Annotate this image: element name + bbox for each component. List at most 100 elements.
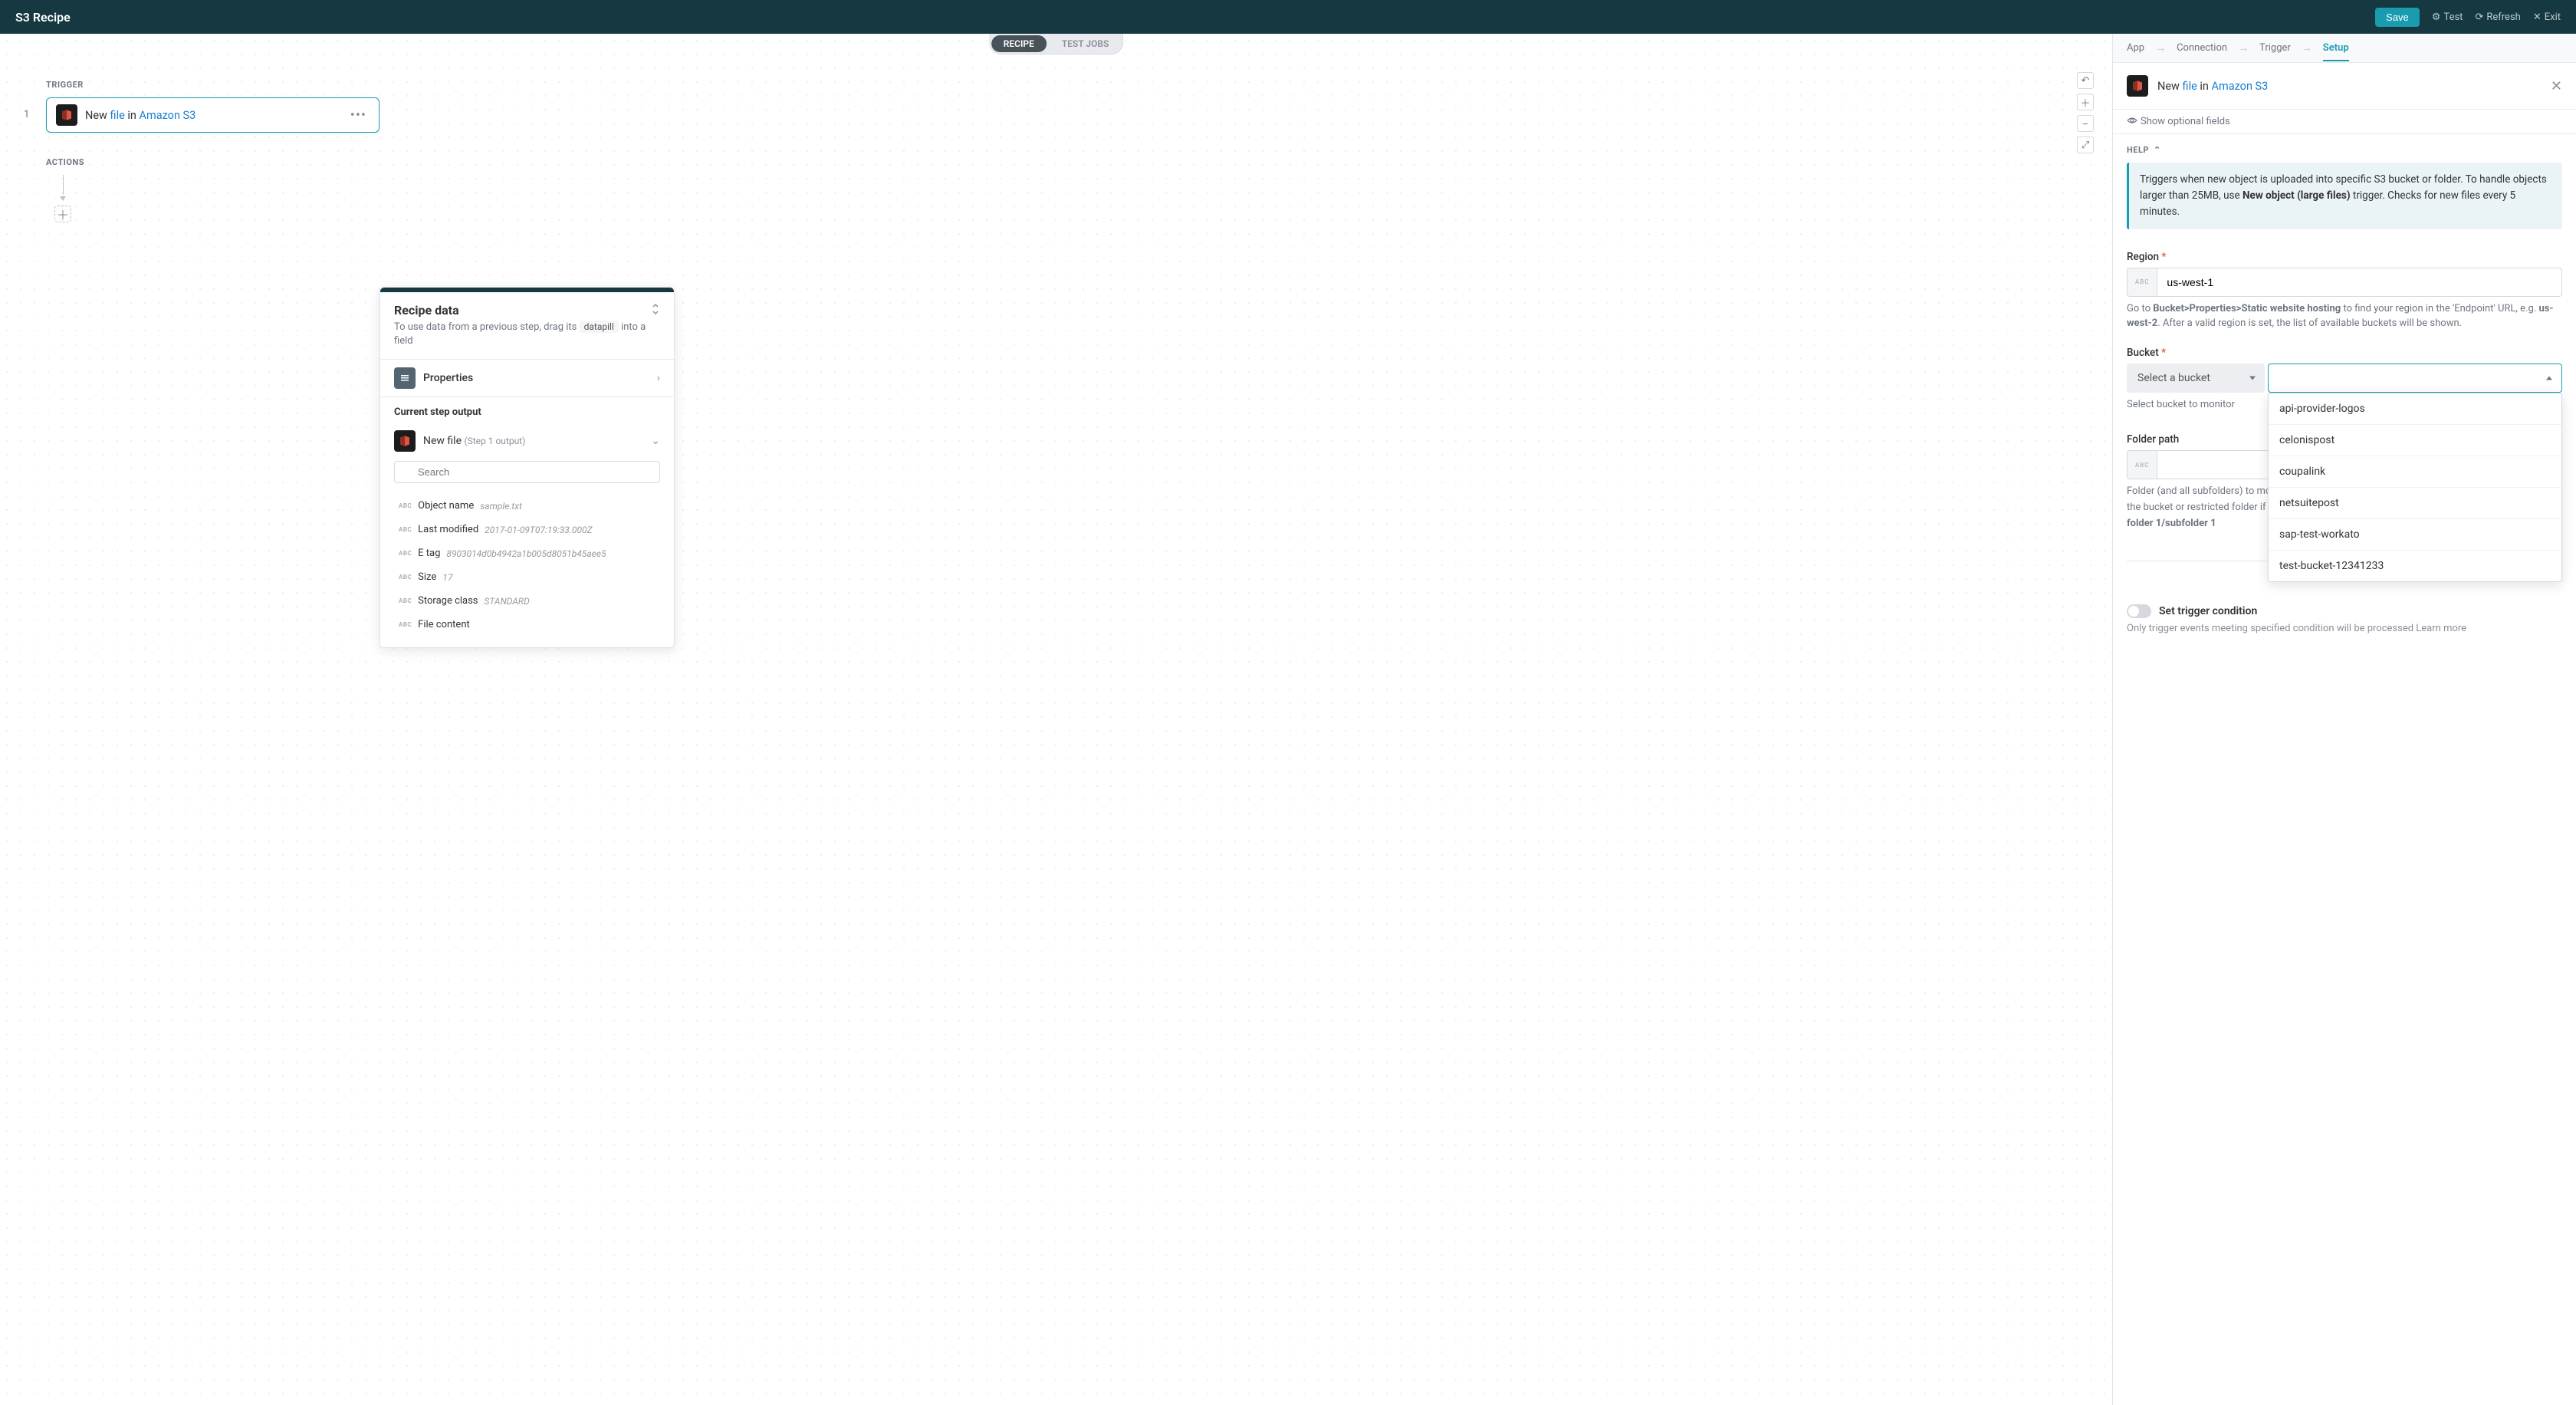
connector-line <box>63 175 64 195</box>
datapill-item[interactable]: ABC Size 17 <box>394 565 660 589</box>
pill-sample: sample.txt <box>480 501 522 512</box>
recipe-data-title: Recipe data <box>394 303 651 318</box>
plus-icon: ＋ <box>2080 95 2090 110</box>
arrow-icon: → <box>2302 41 2312 54</box>
step-number: 1 <box>24 109 29 120</box>
refresh-button[interactable]: ⟳ Refresh <box>2475 12 2520 23</box>
pill-name: Size <box>418 571 436 583</box>
gear-icon: ⚙ <box>2432 12 2441 23</box>
trigger-menu[interactable]: ••• <box>347 107 370 123</box>
pill-name: Last modified <box>418 524 478 535</box>
trigger-condition-label: Set trigger condition <box>2159 605 2257 617</box>
region-input[interactable] <box>2157 268 2562 297</box>
field-type-prefix: ABC <box>2127 450 2157 479</box>
s3-icon <box>56 104 77 126</box>
pill-type: ABC <box>399 597 412 604</box>
region-help-text: Go to Bucket>Properties>Static website h… <box>2127 301 2562 331</box>
close-sidebar-button[interactable]: ✕ <box>2551 78 2562 94</box>
properties-row[interactable]: Properties › <box>380 360 674 397</box>
expand-collapse-icon[interactable] <box>651 303 660 318</box>
undo-button[interactable]: ↶ <box>2077 72 2094 89</box>
exit-button[interactable]: ✕ Exit <box>2533 12 2561 23</box>
recipe-data-panel: Recipe data To use data from a previous … <box>380 287 675 648</box>
trigger-condition-help: Only trigger events meeting specified co… <box>2127 623 2562 634</box>
bucket-select[interactable] <box>2268 364 2562 393</box>
recipe-data-subtitle: To use data from a previous step, drag i… <box>394 321 651 348</box>
pill-type: ABC <box>399 621 412 628</box>
bucket-option[interactable]: coupalink <box>2269 456 2561 488</box>
tab-connection[interactable]: Connection <box>2177 42 2227 54</box>
trigger-text: New file in Amazon S3 <box>85 109 340 122</box>
pill-name: File content <box>418 619 470 630</box>
datapill-item[interactable]: ABC Last modified 2017-01-09T07:19:33.00… <box>394 518 660 541</box>
zoom-out-button[interactable]: − <box>2077 115 2094 132</box>
tab-recipe[interactable]: RECIPE <box>991 35 1046 52</box>
current-step-row[interactable]: New file (Step 1 output) ⌄ <box>380 424 674 461</box>
bucket-mode-select[interactable]: Select a bucket <box>2127 364 2265 393</box>
eye-icon <box>2127 116 2137 127</box>
refresh-icon: ⟳ <box>2475 12 2483 23</box>
save-button[interactable]: Save <box>2375 8 2420 27</box>
close-icon: ✕ <box>2533 12 2542 23</box>
add-action-button[interactable]: ＋ <box>54 206 71 222</box>
bucket-dropdown: api-provider-logoscelonispostcoupalinkne… <box>2268 393 2562 582</box>
current-step-output-label: Current step output <box>380 397 674 424</box>
properties-icon <box>394 367 416 389</box>
chevron-right-icon: › <box>657 372 660 384</box>
s3-icon <box>2127 75 2148 97</box>
expand-icon: ⤢ <box>2082 139 2089 151</box>
fit-button[interactable]: ⤢ <box>2077 137 2094 153</box>
canvas-background <box>0 34 2112 1405</box>
trigger-card[interactable]: 1 New file in Amazon S3 ••• <box>46 97 380 133</box>
help-text: Triggers when new object is uploaded int… <box>2127 163 2562 229</box>
pill-type: ABC <box>399 574 412 581</box>
pill-sample: 8903014d0b4942a1b005d8051b45aee5 <box>446 548 606 559</box>
bucket-option[interactable]: api-provider-logos <box>2269 393 2561 425</box>
tab-trigger[interactable]: Trigger <box>2259 42 2291 54</box>
page-title: S3 Recipe <box>15 10 71 25</box>
properties-label: Properties <box>423 372 649 384</box>
bucket-option[interactable]: netsuitepost <box>2269 488 2561 519</box>
region-label: Region * <box>2127 251 2562 263</box>
datapill-item[interactable]: ABC Storage class STANDARD <box>394 589 660 613</box>
connector-arrow <box>60 196 66 201</box>
datapill-item[interactable]: ABC E tag 8903014d0b4942a1b005d8051b45ae… <box>394 541 660 565</box>
chevron-up-icon: ⌃ <box>2154 145 2161 155</box>
bucket-option[interactable]: celonispost <box>2269 425 2561 456</box>
datapill-item[interactable]: ABC File content <box>394 613 660 637</box>
pill-sample: 17 <box>442 572 452 583</box>
bucket-label: Bucket * <box>2127 347 2562 359</box>
view-toggle: RECIPE TEST JOBS <box>989 34 1124 54</box>
undo-icon: ↶ <box>2082 74 2090 87</box>
show-optional-fields[interactable]: Show optional fields <box>2113 110 2576 134</box>
pill-type: ABC <box>399 550 412 557</box>
trigger-condition-toggle[interactable] <box>2127 604 2151 618</box>
pill-type: ABC <box>399 502 412 509</box>
tab-app[interactable]: App <box>2127 42 2144 54</box>
pill-name: Object name <box>418 500 474 512</box>
pill-type: ABC <box>399 526 412 533</box>
arrow-icon: → <box>2238 41 2249 54</box>
pill-name: E tag <box>418 548 440 559</box>
help-section-toggle[interactable]: HELP ⌃ <box>2127 145 2562 155</box>
chevron-down-icon: ⌄ <box>651 435 660 447</box>
zoom-in-button[interactable]: ＋ <box>2077 94 2094 110</box>
datapill-item[interactable]: ABC Object name sample.txt <box>394 494 660 518</box>
trigger-section-label: TRIGGER <box>46 80 380 90</box>
arrow-icon: → <box>2155 41 2166 54</box>
step-output-name: New file (Step 1 output) <box>423 435 643 447</box>
bucket-option[interactable]: test-bucket-12341233 <box>2269 551 2561 581</box>
sidebar-header-text: New file in Amazon S3 <box>2157 80 2542 93</box>
actions-section-label: ACTIONS <box>46 157 380 167</box>
minus-icon: − <box>2082 118 2088 130</box>
bucket-option[interactable]: sap-test-workato <box>2269 519 2561 551</box>
tab-test-jobs[interactable]: TEST JOBS <box>1048 34 1122 54</box>
tab-setup[interactable]: Setup <box>2323 42 2349 61</box>
field-type-prefix: ABC <box>2127 268 2157 297</box>
pill-name: Storage class <box>418 595 478 607</box>
test-button[interactable]: ⚙ Test <box>2432 12 2463 23</box>
pill-sample: 2017-01-09T07:19:33.000Z <box>485 525 592 535</box>
s3-icon <box>394 430 416 452</box>
search-input[interactable] <box>394 461 660 483</box>
pill-sample: STANDARD <box>485 596 530 607</box>
